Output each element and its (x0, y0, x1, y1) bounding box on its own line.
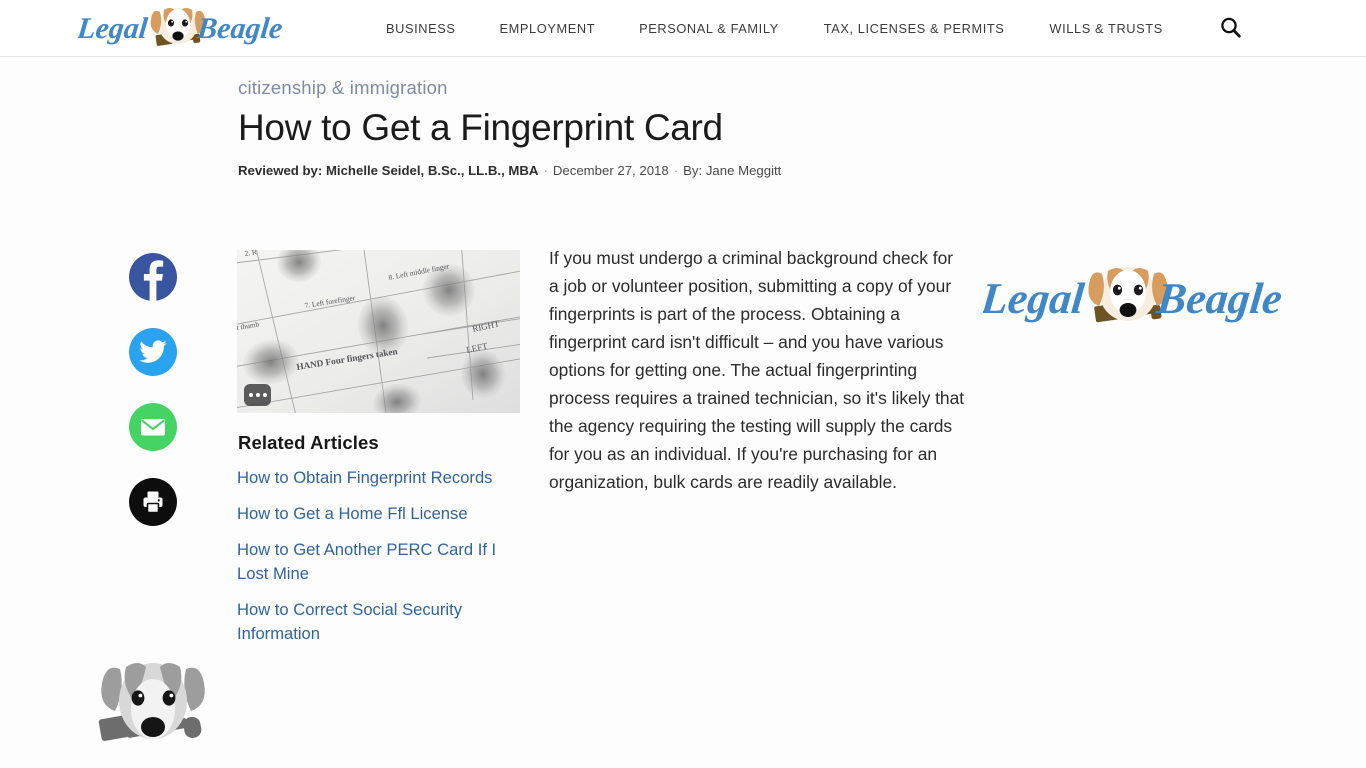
email-envelope-icon (141, 419, 165, 436)
beagle-dog-with-gavel-logo-icon: Legal Beagle (78, 8, 285, 46)
ellipsis-more-icon (255, 393, 260, 397)
list-item: How to Get a Home Ffl License (237, 502, 520, 526)
byline: Reviewed by: Michelle Seidel, B.Sc., LL.… (238, 163, 998, 178)
article-body: If you must undergo a criminal backgroun… (549, 244, 965, 496)
nav-item-wills-trusts[interactable]: WILLS & TRUSTS (1049, 21, 1162, 36)
twitter-icon (139, 340, 167, 363)
article-left-column: 7. Left forefinger 8. Left middle finger… (237, 250, 520, 658)
share-facebook-button[interactable] (129, 253, 177, 301)
article-paragraph: If you must undergo a criminal backgroun… (549, 248, 965, 492)
social-share-rail (129, 253, 177, 526)
related-link-4[interactable]: How to Correct Social Security Informati… (237, 598, 520, 646)
search-button[interactable] (1218, 14, 1246, 42)
list-item: How to Correct Social Security Informati… (237, 598, 520, 646)
related-link-3[interactable]: How to Get Another PERC Card If I Lost M… (237, 538, 520, 586)
primary-navigation: BUSINESS EMPLOYMENT PERSONAL & FAMILY TA… (386, 0, 1163, 57)
nav-item-personal-family[interactable]: PERSONAL & FAMILY (639, 21, 779, 36)
nav-item-tax-licenses-permits[interactable]: TAX, LICENSES & PERMITS (824, 21, 1005, 36)
list-item: How to Obtain Fingerprint Records (237, 466, 520, 490)
page-content: citizenship & immigration How to Get a F… (0, 57, 1366, 768)
page-title: How to Get a Fingerprint Card (238, 107, 723, 149)
site-logo[interactable]: Legal Beagle (78, 4, 290, 52)
nav-item-employment[interactable]: EMPLOYMENT (500, 21, 596, 36)
ellipsis-more-icon (262, 393, 267, 397)
nav-item-business[interactable]: BUSINESS (386, 21, 456, 36)
related-link-2[interactable]: How to Get a Home Ffl License (237, 502, 520, 526)
list-item: How to Get Another PERC Card If I Lost M… (237, 538, 520, 586)
search-icon (1221, 17, 1241, 38)
byline-author: By: Jane Meggitt (683, 162, 782, 178)
printer-icon (143, 491, 163, 514)
breadcrumb-category-link[interactable]: citizenship & immigration (238, 77, 448, 99)
related-articles-list: How to Obtain Fingerprint Records How to… (237, 466, 520, 646)
share-twitter-button[interactable] (129, 328, 177, 376)
share-email-button[interactable] (129, 403, 177, 451)
article-header: citizenship & immigration How to Get a F… (238, 77, 998, 178)
grayscale-beagle-with-gavel-illustration-icon (86, 653, 220, 768)
svg-text:Beagle: Beagle (195, 11, 285, 45)
related-articles-heading: Related Articles (238, 432, 379, 453)
print-button[interactable] (129, 478, 177, 526)
image-more-badge[interactable] (244, 384, 271, 406)
svg-text:Legal: Legal (78, 11, 150, 45)
hero-image[interactable]: 7. Left forefinger 8. Left middle finger… (237, 250, 520, 413)
floating-related-card[interactable]: RELATED How to Obtain (86, 653, 220, 768)
beagle-dog-with-gavel-logo-icon: Legal Beagle (983, 267, 1283, 323)
related-link-1[interactable]: How to Obtain Fingerprint Records (237, 466, 520, 490)
byline-date: December 27, 2018 (552, 162, 669, 178)
byline-separator-2: · (673, 162, 679, 178)
fingerprint-card-photo: 7. Left forefinger 8. Left middle finger… (237, 250, 520, 413)
site-header: Legal Beagle BUSINESS EMPLOYMENT PERSONA… (0, 0, 1366, 57)
promo-logo[interactable]: Legal Beagle (983, 263, 1283, 335)
byline-separator-1: · (543, 162, 548, 178)
svg-text:Legal: Legal (983, 274, 1087, 323)
svg-text:Beagle: Beagle (1154, 274, 1283, 323)
byline-reviewer: Reviewed by: Michelle Seidel, B.Sc., LL.… (238, 162, 539, 178)
floating-card-image (86, 653, 220, 768)
ellipsis-more-icon (248, 393, 253, 397)
facebook-icon (143, 260, 164, 301)
